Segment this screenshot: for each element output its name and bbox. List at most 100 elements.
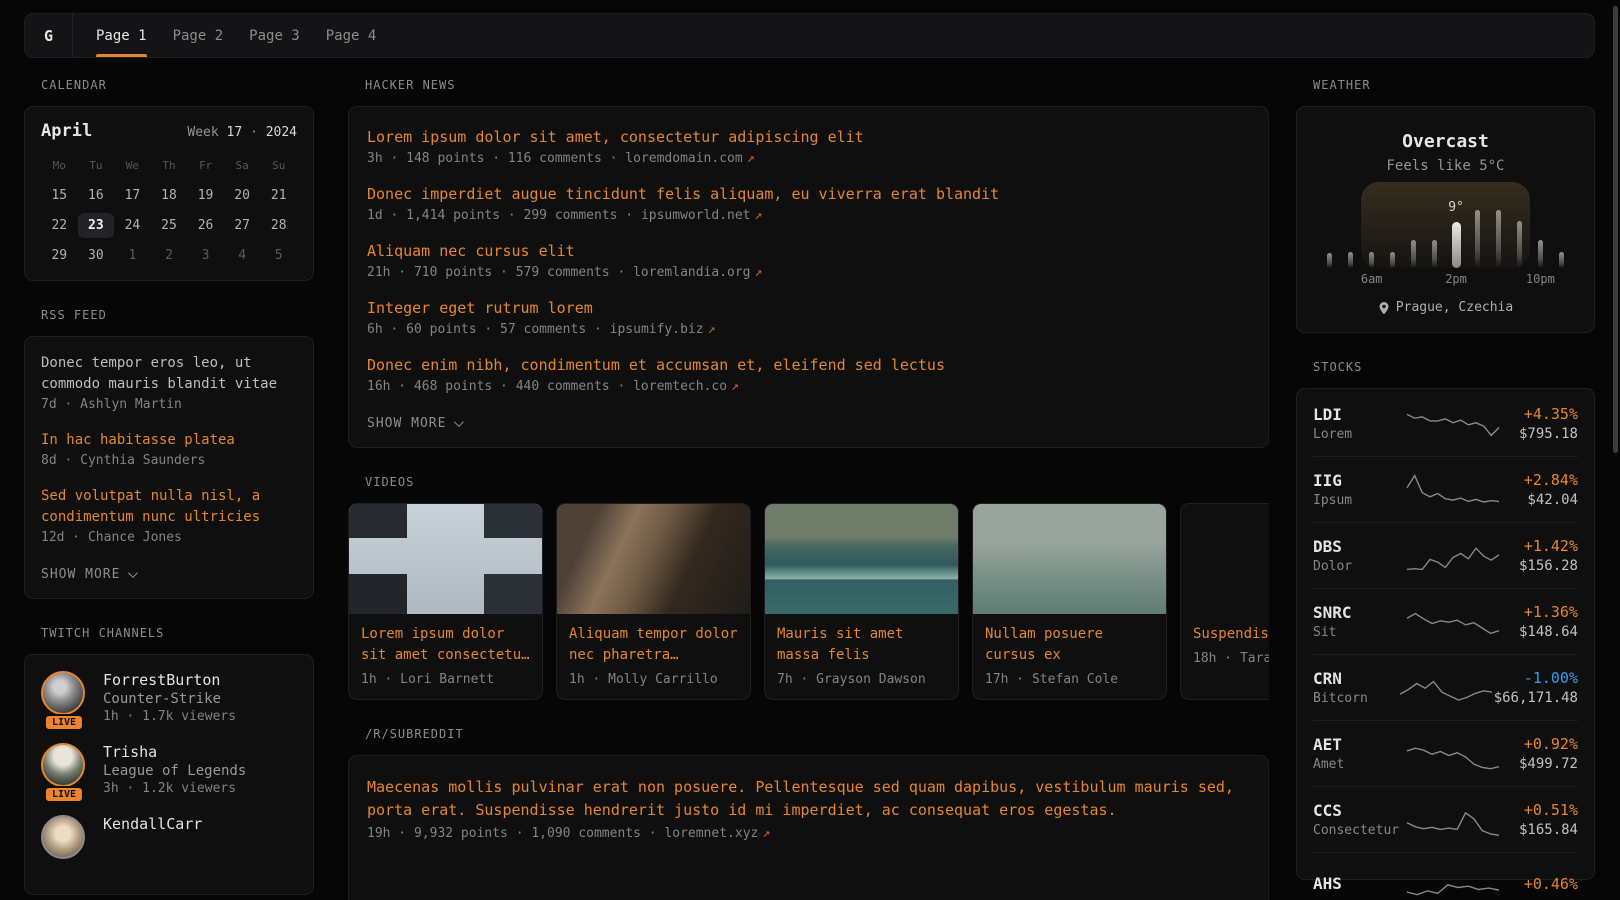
location-pin-icon [1378,301,1390,315]
twitch-channel-row[interactable]: LIVE ForrestBurton Counter-Strike 1h · 1… [41,671,297,724]
channel-name: KendallCarr [103,815,202,833]
external-link-icon: ↗ [708,322,716,337]
video-card[interactable]: Lorem ipsum dolor sit amet consectetu… 1… [348,503,543,700]
show-more-label: SHOW MORE [41,567,120,582]
stock-change: +0.51% [1501,801,1578,819]
calendar-weekday: Mo [41,155,78,178]
hackernews-domain-link[interactable]: loremdomain.com [625,151,742,166]
calendar-year: 2024 [266,125,297,140]
twitch-widget: TWITCH CHANNELS LIVE ForrestBurton Count… [24,626,314,895]
avatar [41,743,85,787]
tab-page-1[interactable]: Page 1 [83,14,160,57]
tab-page-3[interactable]: Page 3 [236,14,313,57]
stock-name: Ipsum [1313,493,1405,508]
calendar-day: 18 [151,183,188,208]
weather-bar [1475,210,1480,268]
calendar-day: 5 [260,243,297,268]
hackernews-item-title[interactable]: Integer eget rutrum lorem [367,298,1250,319]
rss-item-title[interactable]: In hac habitasse platea [41,430,297,451]
rss-card: Donec tempor eros leo, ut commodo mauris… [24,336,314,599]
weather-chart: 9° 6am2pm10pm [1319,182,1572,286]
video-card[interactable]: Suspendisse diam 18h · Tara [1180,503,1269,700]
twitch-channel-row[interactable]: LIVE Trisha League of Legends 3h · 1.2k … [41,743,297,796]
stock-name: Bitcorn [1313,691,1398,706]
hackernews-item-title[interactable]: Lorem ipsum dolor sit amet, consectetur … [367,127,1250,148]
hackernews-item-title[interactable]: Aliquam nec cursus elit [367,241,1250,262]
video-card[interactable]: Nullam posuere cursus ex 17h · Stefan Co… [972,503,1167,700]
hackernews-item-title[interactable]: Donec imperdiet augue tincidunt felis al… [367,184,1250,205]
hackernews-domain-link[interactable]: loremlandia.org [633,265,750,280]
rss-item-meta: 12d · Chance Jones [41,530,297,545]
calendar-day: 19 [187,183,224,208]
stock-price: $66,171.48 [1494,690,1578,706]
stock-row: SNRCSit+1.36%$148.64 [1313,588,1578,654]
rss-show-more-button[interactable]: SHOW MORE [41,567,135,582]
rss-item: Donec tempor eros leo, ut commodo mauris… [41,353,297,412]
channel-name: Trisha [103,743,246,761]
video-title: Suspendisse diam [1193,624,1269,645]
calendar-weekday: Sa [224,155,261,178]
scrollbar-thumb[interactable] [1613,6,1618,453]
tab-page-4[interactable]: Page 4 [313,14,390,57]
app-logo[interactable]: G [25,14,72,57]
video-meta: 1h · Molly Carrillo [569,672,738,687]
hackernews-card: Lorem ipsum dolor sit amet, consectetur … [348,106,1269,448]
hackernews-meta-text: 6h · 60 points · 57 comments · [367,322,602,337]
video-card[interactable]: Mauris sit amet massa felis 7h · Grayson… [764,503,959,700]
weather-hour-label: 10pm [1526,272,1555,286]
top-nav: G Page 1 Page 2 Page 3 Page 4 [24,13,1595,58]
hackernews-domain-link[interactable]: loremtech.co [633,379,727,394]
weather-location-text: Prague, Czechia [1396,300,1513,315]
weather-location: Prague, Czechia [1313,300,1578,315]
calendar-day: 26 [187,213,224,238]
weather-bar [1538,240,1543,268]
stock-sparkline [1405,865,1501,900]
hackernews-item-meta: 6h · 60 points · 57 comments · ipsumify.… [367,322,1250,337]
stock-row: IIGIpsum+2.84%$42.04 [1313,456,1578,522]
stock-row: LDILorem+4.35%$795.18 [1313,391,1578,456]
calendar-day: 29 [41,243,78,268]
stock-sparkline [1405,535,1501,575]
stock-price: $795.18 [1501,426,1578,442]
calendar-week: Week 17 · 2024 [187,125,297,140]
tab-page-2[interactable]: Page 2 [160,14,237,57]
rss-item-meta: 7d · Ashlyn Martin [41,397,297,412]
calendar-day: 27 [224,213,261,238]
subreddit-post-title[interactable]: Maecenas mollis pulvinar erat non posuer… [367,776,1250,822]
weather-bar [1452,222,1461,268]
stock-name: Dolor [1313,559,1405,574]
stock-symbol: IIG [1313,471,1405,490]
stock-change: -1.00% [1494,669,1578,687]
video-card[interactable]: Aliquam tempor dolor nec pharetra… 1h · … [556,503,751,700]
stock-symbol: CRN [1313,669,1398,688]
twitch-channel-row[interactable]: KendallCarr [41,815,297,859]
stock-sparkline [1405,403,1501,443]
calendar-day: 3 [187,243,224,268]
rss-item-title[interactable]: Sed volutpat nulla nisl, a condimentum n… [41,486,297,528]
calendar-week-word: Week [187,125,218,140]
hackernews-show-more-button[interactable]: SHOW MORE [367,416,461,431]
hackernews-item: Lorem ipsum dolor sit amet, consectetur … [367,127,1250,166]
calendar-day: 16 [78,183,115,208]
stock-price: $148.64 [1501,624,1578,640]
stock-name: Consectetur [1313,823,1405,838]
external-link-icon: ↗ [747,151,755,166]
video-thumbnail [349,504,542,614]
subreddit-card: Maecenas mollis pulvinar erat non posuer… [348,755,1269,900]
hackernews-meta-text: 3h · 148 points · 116 comments · [367,151,617,166]
calendar-weekday: Su [260,155,297,178]
channel-category: League of Legends [103,763,246,779]
hackernews-item: Donec imperdiet augue tincidunt felis al… [367,184,1250,223]
subreddit-domain-link[interactable]: loremnet.xyz [664,826,758,841]
subreddit-post-meta: 19h · 9,932 points · 1,090 comments · lo… [367,826,1250,841]
hackernews-item-title[interactable]: Donec enim nibh, condimentum et accumsan… [367,355,1250,376]
calendar-day: 24 [114,213,151,238]
videos-label: VIDEOS [365,475,1269,489]
video-thumbnail [1181,504,1269,614]
calendar-day: 30 [78,243,115,268]
calendar-day: 1 [114,243,151,268]
calendar-week-number: 17 [227,125,243,140]
rss-item-title[interactable]: Donec tempor eros leo, ut commodo mauris… [41,353,297,395]
hackernews-domain-link[interactable]: ipsumworld.net [641,208,751,223]
hackernews-domain-link[interactable]: ipsumify.biz [610,322,704,337]
